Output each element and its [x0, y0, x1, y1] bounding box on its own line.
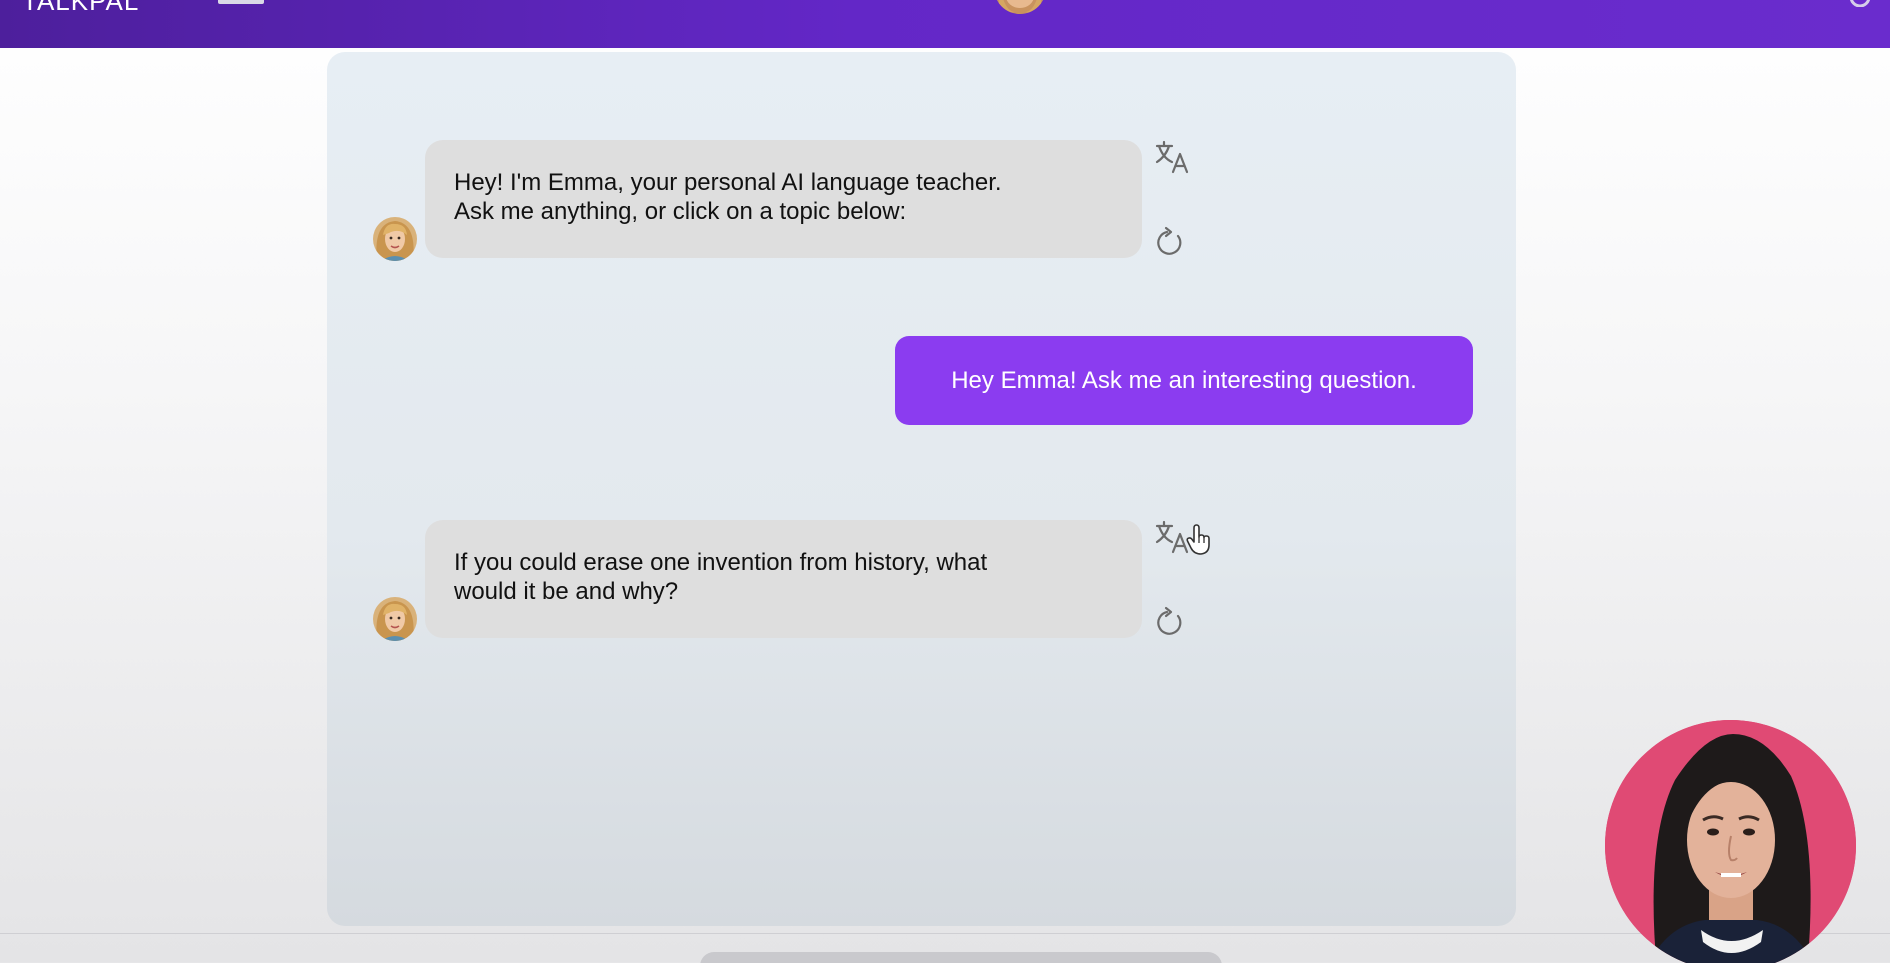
- user-message: Hey Emma! Ask me an interesting question…: [895, 336, 1473, 425]
- presenter-video: [1605, 720, 1856, 963]
- pointer-cursor-icon: [1185, 524, 1213, 556]
- message-text-line: Hey! I'm Emma, your personal AI language…: [454, 169, 1002, 196]
- chat-panel: Hey! I'm Emma, your personal AI language…: [327, 52, 1516, 926]
- regenerate-icon[interactable]: [1150, 222, 1190, 262]
- logo-flag-icon: [218, 0, 264, 4]
- assistant-message: If you could erase one invention from hi…: [425, 520, 1142, 638]
- bottom-divider: [0, 933, 1890, 934]
- emma-avatar: [373, 597, 417, 641]
- assistant-message: Hey! I'm Emma, your personal AI language…: [425, 140, 1142, 258]
- emma-avatar: [373, 217, 417, 261]
- translate-icon[interactable]: [1152, 138, 1192, 178]
- tutor-avatar-icon[interactable]: [994, 0, 1046, 14]
- message-input[interactable]: [700, 952, 1222, 963]
- message-text-line: would it be and why?: [454, 578, 679, 605]
- message-text: Hey Emma! Ask me an interesting question…: [951, 367, 1417, 394]
- regenerate-icon[interactable]: [1150, 602, 1190, 642]
- message-text-line: Ask me anything, or click on a topic bel…: [454, 198, 907, 225]
- app-logo[interactable]: TALKPAL: [22, 0, 139, 17]
- settings-icon[interactable]: [1846, 0, 1874, 8]
- top-bar: TALKPAL: [0, 0, 1890, 48]
- message-text-line: If you could erase one invention from hi…: [454, 549, 988, 576]
